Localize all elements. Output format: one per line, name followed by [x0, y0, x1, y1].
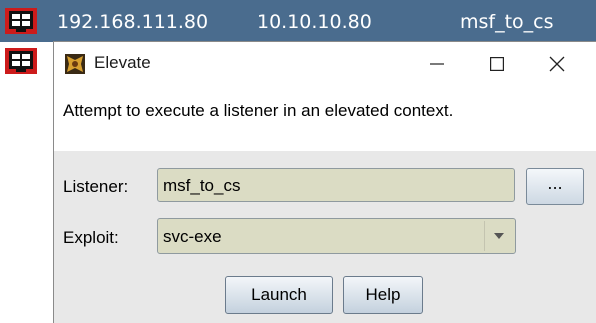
- session-row-selected[interactable]: 192.168.111.80 10.10.10.80 msf_to_cs: [0, 0, 596, 42]
- minimize-icon: [430, 62, 444, 65]
- cobalt-strike-icon: [65, 54, 85, 74]
- dialog-title: Elevate: [94, 53, 151, 72]
- session-internal-ip: 10.10.10.80: [257, 11, 372, 33]
- description-panel: Attempt to execute a listener in an elev…: [54, 85, 596, 151]
- session-host: 192.168.111.80: [57, 11, 209, 33]
- windows-session-icon: [4, 7, 38, 35]
- help-button[interactable]: Help: [343, 276, 423, 314]
- chevron-down-icon[interactable]: [484, 221, 513, 251]
- minimize-button[interactable]: [407, 42, 467, 85]
- exploit-select[interactable]: svc-exe: [157, 218, 516, 254]
- close-icon: [549, 56, 565, 71]
- launch-button[interactable]: Launch: [225, 276, 333, 314]
- dialog-titlebar[interactable]: Elevate: [54, 42, 596, 85]
- exploit-value: svc-exe: [163, 227, 222, 246]
- elevate-dialog: Elevate Attempt to execute a listener in…: [53, 41, 596, 323]
- dialog-content: Attempt to execute a listener in an elev…: [54, 85, 596, 323]
- listener-field[interactable]: msf_to_cs: [157, 168, 515, 202]
- exploit-label: Exploit:: [63, 228, 119, 247]
- listener-label: Listener:: [63, 177, 129, 196]
- dialog-description: Attempt to execute a listener in an elev…: [63, 101, 454, 120]
- maximize-button[interactable]: [467, 42, 527, 85]
- browse-listener-button[interactable]: ...: [526, 168, 584, 205]
- maximize-icon: [490, 56, 504, 71]
- windows-session-icon: [4, 47, 38, 75]
- session-listener: msf_to_cs: [460, 11, 554, 33]
- close-button[interactable]: [527, 42, 587, 85]
- listener-value: msf_to_cs: [163, 176, 241, 195]
